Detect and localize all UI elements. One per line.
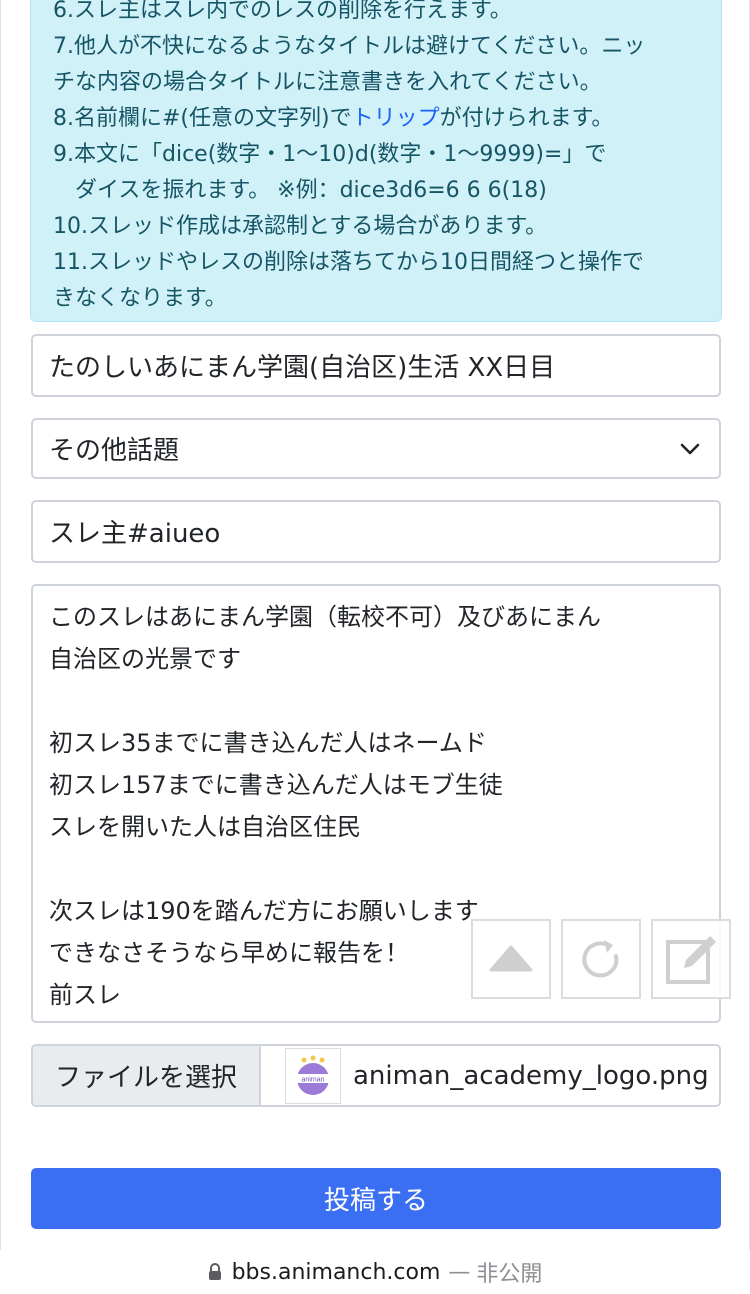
reload-button[interactable] (561, 919, 641, 999)
file-input[interactable]: ファイルを選択 animan animan_academy_logo.png (31, 1044, 721, 1107)
body-line: 初スレ35までに書き込んだ人はネームド (49, 729, 487, 757)
thread-title-input[interactable]: たのしいあにまん学園(自治区)生活 XX日目 (31, 334, 721, 397)
choose-file-button[interactable]: ファイルを選択 (33, 1046, 261, 1105)
rule-8-prefix: 8.名前欄に#(任意の文字列)で (53, 106, 352, 131)
thread-title-value: たのしいあにまん学園(自治区)生活 XX日目 (49, 353, 556, 383)
body-line: このスレはあにまん学園（転校不可）及びあにまん (49, 603, 601, 631)
body-line: 初スレ157までに書き込んだ人はモブ生徒 (49, 771, 503, 799)
browser-url-bar[interactable]: bbs.animanch.com — 非公開 (0, 1250, 750, 1294)
body-line (49, 848, 703, 890)
rule-10: 10.スレッド作成は承認制とする場合があります。 (53, 214, 548, 239)
compose-button[interactable] (651, 919, 731, 999)
body-line: 自治区の光景です (49, 645, 241, 673)
rule-11: 11.スレッドやレスの削除は落ちてから10日間経つと操作で (53, 250, 644, 275)
privacy-label: 非公開 (476, 1262, 543, 1287)
rules-notice: 6.スレ主はスレ内でのレスの削除を行えます。 7.他人が不快になるようなタイトル… (30, 0, 722, 322)
lock-icon (208, 1263, 222, 1281)
rule-9-cont: ダイスを振れます。 ※例：dice3d6=6 6 6(18) (75, 178, 547, 203)
url-separator: — (448, 1259, 471, 1285)
category-value: その他話題 (49, 436, 180, 466)
rule-7: 7.他人が不快になるようなタイトルは避けてください。ニッ (53, 34, 646, 59)
rule-8-suffix: が付けられます。 (439, 106, 614, 131)
body-line (49, 680, 703, 722)
reload-icon (582, 940, 619, 978)
name-input[interactable]: スレ主#aiueo (31, 500, 721, 563)
rule-6: 6.スレ主はスレ内でのレスの削除を行えます。 (53, 0, 512, 23)
svg-text:animan: animan (302, 1076, 325, 1083)
chevron-down-icon (680, 443, 700, 454)
animan-logo-image: animan (297, 1055, 329, 1095)
file-name: animan_academy_logo.png (353, 1060, 709, 1091)
name-value: スレ主#aiueo (49, 519, 221, 549)
rule-11-cont: きなくなります。 (53, 286, 227, 311)
file-thumbnail: animan (285, 1047, 341, 1104)
category-select[interactable]: その他話題 (31, 418, 721, 479)
scroll-top-button[interactable] (471, 919, 551, 999)
url-domain: bbs.animanch.com (231, 1259, 441, 1285)
rule-9: 9.本文に「dice(数字・1〜10)d(数字・1〜9999)=」で (53, 142, 607, 167)
body-line: スレを開いた人は自治区住民 (49, 813, 361, 841)
edit-icon (666, 936, 716, 984)
rule-7-cont: チな内容の場合タイトルに注意書きを入れてください。 (53, 70, 602, 95)
page: 6.スレ主はスレ内でのレスの削除を行えます。 7.他人が不快になるようなタイトル… (0, 0, 750, 1250)
trip-link[interactable]: トリップ (352, 106, 440, 131)
rule-8: 8.名前欄に#(任意の文字列)でトリップが付けられます。 (53, 101, 701, 137)
triangle-up-icon (489, 945, 533, 972)
submit-button[interactable]: 投稿する (31, 1168, 721, 1229)
